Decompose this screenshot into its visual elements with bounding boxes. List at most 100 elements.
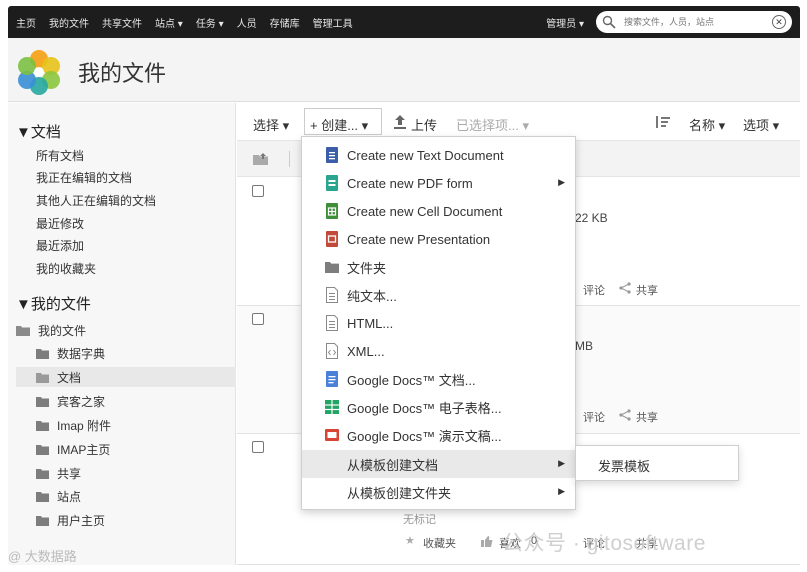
search-box[interactable]: ✕: [596, 11, 792, 33]
nav-editing-by-others[interactable]: 其他人正在编辑的文档: [36, 192, 156, 209]
create-menu-button[interactable]: + 创建... ▾: [310, 115, 368, 134]
tree-item-data-dictionary[interactable]: 数据字典: [36, 345, 105, 362]
plain-text-icon: [326, 287, 338, 303]
top-nav-bar: 主页 我的文件 共享文件 站点 ▾ 任务 ▾ 人员 存储库 管理工具 管理员 ▾…: [8, 6, 800, 38]
search-icon: [602, 15, 616, 29]
row-checkbox[interactable]: [252, 313, 264, 325]
tree-item-user-homes[interactable]: 用户主页: [36, 512, 105, 529]
menu-item-create-doc-from-template[interactable]: 从模板创建文档 ▶: [302, 450, 575, 478]
file-size: MB: [575, 339, 593, 353]
upload-button[interactable]: 上传: [411, 115, 437, 134]
row-checkbox[interactable]: [252, 441, 264, 453]
menu-item-create-folder-from-template[interactable]: 从模板创建文件夹 ▶: [302, 478, 575, 506]
google-slides-icon: [325, 429, 339, 441]
folder-icon: [36, 396, 49, 407]
nav-tasks[interactable]: 任务 ▾: [196, 15, 224, 30]
share-link[interactable]: 共享: [636, 282, 658, 298]
clear-search-icon[interactable]: ✕: [772, 15, 786, 29]
folder-icon: [36, 348, 49, 359]
options-menu[interactable]: 选项 ▾: [743, 115, 779, 134]
menu-item-label: 纯文本...: [347, 288, 397, 304]
nav-home[interactable]: 主页: [16, 15, 36, 30]
menu-item-folder[interactable]: 文件夹: [302, 253, 575, 281]
menu-item-label: Google Docs™ 电子表格...: [347, 400, 502, 416]
share-link[interactable]: 共享: [636, 409, 658, 425]
folder-icon: [36, 515, 49, 526]
row-checkbox[interactable]: [252, 185, 264, 197]
menu-item-plain-text[interactable]: 纯文本...: [302, 281, 575, 309]
nav-admin-tools[interactable]: 管理工具: [313, 15, 353, 30]
tree-item-label: IMAP主页: [57, 443, 111, 457]
nav-shared-files[interactable]: 共享文件: [102, 15, 142, 30]
menu-item-google-slides[interactable]: Google Docs™ 演示文稿...: [302, 421, 575, 449]
selected-items-menu[interactable]: 已选择项... ▾: [456, 115, 529, 134]
nav-recently-added[interactable]: 最近添加: [36, 237, 84, 254]
folder-up-icon[interactable]: [253, 153, 268, 165]
nav-recently-modified[interactable]: 最近修改: [36, 215, 84, 232]
tree-item-label: 数据字典: [57, 347, 106, 361]
nav-favorites[interactable]: 我的收藏夹: [36, 260, 96, 277]
tree-item-imap-attachments[interactable]: Imap 附件: [36, 417, 111, 434]
menu-item-google-sheets[interactable]: Google Docs™ 电子表格...: [302, 393, 575, 421]
comment-link[interactable]: 评论: [583, 409, 605, 425]
tree-item-imap-home[interactable]: IMAP主页: [36, 441, 110, 458]
user-menu[interactable]: 管理员 ▾: [546, 15, 584, 30]
select-menu-button[interactable]: 选择 ▾: [253, 115, 289, 134]
nav-editing-by-me[interactable]: 我正在编辑的文档: [36, 169, 132, 186]
google-sheets-icon: [325, 400, 339, 414]
left-sidebar: ▼文档 所有文档 我正在编辑的文档 其他人正在编辑的文档 最近修改 最近添加 我…: [8, 103, 236, 565]
menu-item-new-text-document[interactable]: Create new Text Document: [302, 141, 575, 169]
favorite-link[interactable]: 收藏夹: [423, 535, 456, 551]
menu-item-label: Google Docs™ 文档...: [347, 372, 476, 388]
tree-item-label: 文档: [57, 371, 82, 385]
menu-item-new-pdf-form[interactable]: Create new PDF form ▶: [302, 169, 575, 197]
tree-item-shared[interactable]: 共享: [36, 465, 81, 482]
tree-item-label: 宾客之家: [57, 395, 106, 409]
search-input[interactable]: [624, 17, 772, 27]
folder-icon: [36, 491, 49, 502]
submenu-item-invoice-template[interactable]: 发票模板: [598, 456, 650, 475]
menu-item-label: Create new Text Document: [347, 147, 504, 163]
top-nav-links: 主页 我的文件 共享文件 站点 ▾ 任务 ▾ 人员 存储库 管理工具: [16, 15, 366, 30]
menu-item-label: 文件夹: [347, 260, 387, 276]
page-header: 我的文件: [8, 38, 800, 102]
tree-root[interactable]: 我的文件: [16, 322, 86, 339]
menu-item-xml[interactable]: XML...: [302, 337, 575, 365]
top-right-area: 管理员 ▾ ✕: [546, 11, 792, 33]
divider: [289, 151, 290, 167]
nav-sites[interactable]: 站点 ▾: [155, 15, 183, 30]
menu-item-label: Create new Cell Document: [347, 203, 503, 219]
file-size: 22 KB: [575, 211, 608, 225]
documents-heading[interactable]: ▼文档: [16, 121, 61, 142]
tree-root-label: 我的文件: [38, 324, 87, 338]
google-docs-icon: [326, 371, 338, 387]
folder-open-icon: [36, 372, 49, 383]
menu-item-new-cell-document[interactable]: Create new Cell Document: [302, 197, 575, 225]
nav-my-files[interactable]: 我的文件: [49, 15, 89, 30]
tag-status[interactable]: 无标记: [403, 511, 436, 527]
menu-item-label: Create new PDF form: [347, 175, 473, 191]
template-submenu: 发票模板: [575, 445, 739, 481]
share-icon: [619, 409, 631, 421]
tree-item-documents[interactable]: 文档: [36, 369, 81, 386]
cell-doc-icon: [326, 203, 338, 219]
submenu-arrow-icon: ▶: [558, 177, 565, 187]
tree-item-label: 用户主页: [57, 514, 106, 528]
create-dropdown-menu: Create new Text Document Create new PDF …: [301, 136, 576, 510]
my-files-heading[interactable]: ▼我的文件: [16, 293, 91, 314]
comment-link[interactable]: 评论: [583, 282, 605, 298]
menu-item-google-docs[interactable]: Google Docs™ 文档...: [302, 365, 575, 393]
tree-item-guest-home[interactable]: 宾客之家: [36, 393, 105, 410]
menu-item-new-presentation[interactable]: Create new Presentation: [302, 225, 575, 253]
xml-icon: [326, 343, 338, 359]
submenu-arrow-icon: ▶: [558, 486, 565, 496]
nav-all-documents[interactable]: 所有文档: [36, 147, 84, 164]
sort-by-name-menu[interactable]: 名称 ▾: [689, 115, 725, 134]
folder-icon: [36, 420, 49, 431]
nav-repository[interactable]: 存储库: [270, 15, 300, 30]
tree-item-sites[interactable]: 站点: [36, 488, 81, 505]
menu-item-label: XML...: [347, 343, 385, 359]
sort-order-icon[interactable]: [656, 116, 670, 128]
nav-people[interactable]: 人员: [237, 15, 257, 30]
menu-item-html[interactable]: HTML...: [302, 309, 575, 337]
